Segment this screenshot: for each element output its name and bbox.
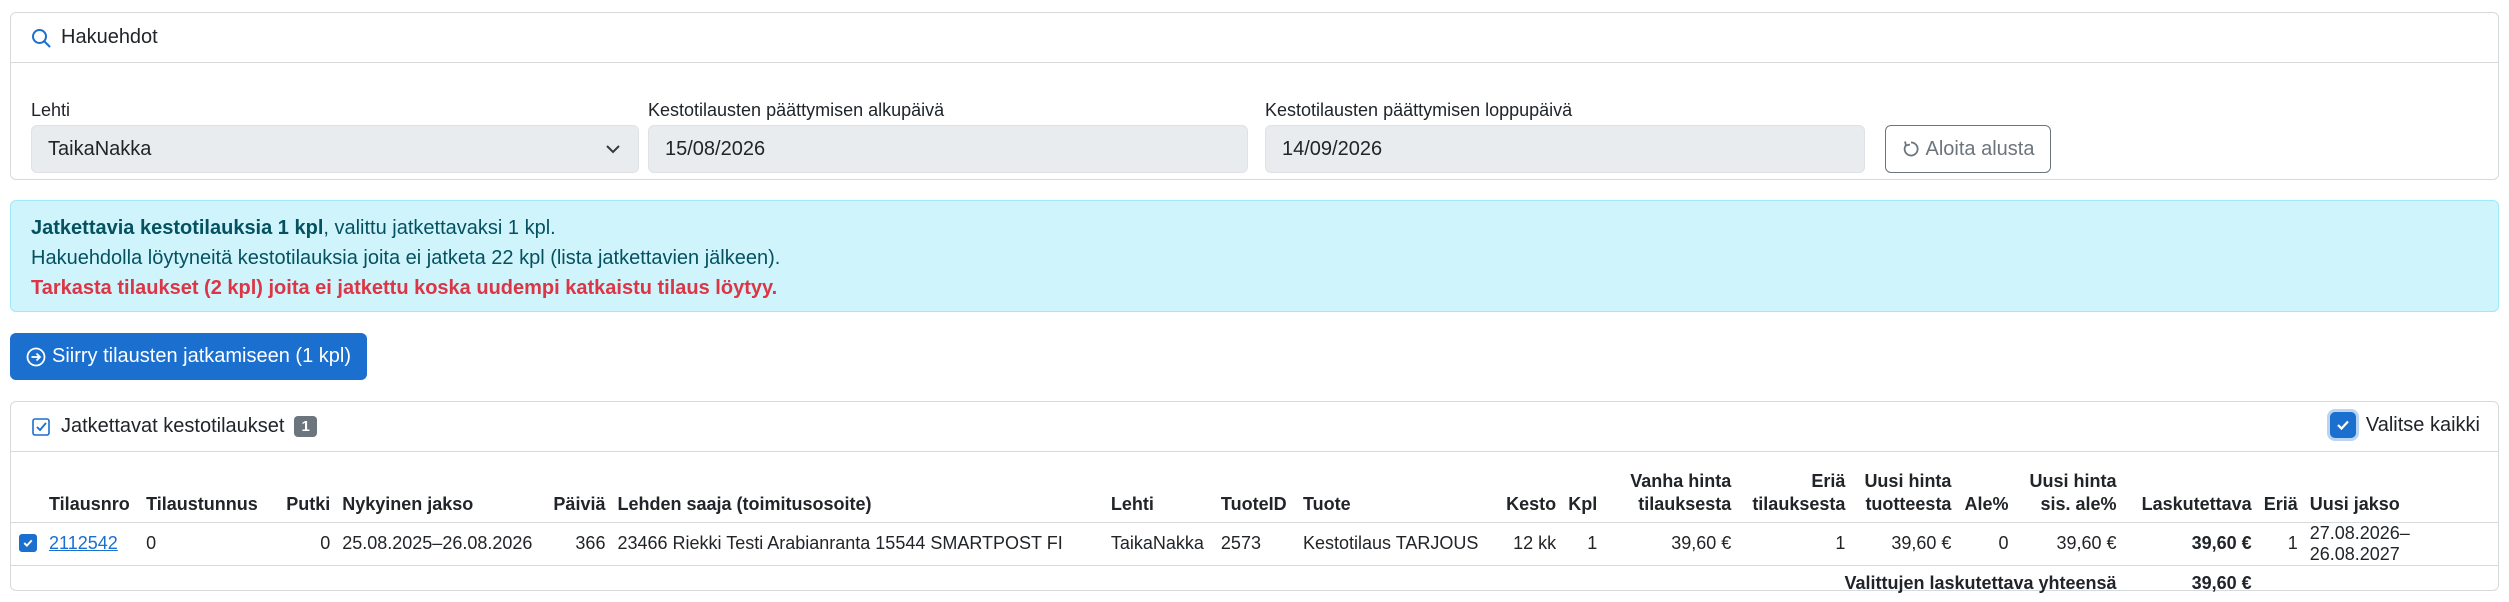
count-badge: 1 bbox=[294, 416, 317, 437]
continue-subscriptions-button[interactable]: Siirry tilausten jatkamiseen (1 kpl) bbox=[10, 333, 367, 380]
search-card-title: Hakuehdot bbox=[61, 26, 158, 48]
total-empty-1 bbox=[2257, 564, 2304, 602]
col-eria-2: tilauksesta bbox=[1752, 493, 1846, 514]
cell-uusi-hinta-ale: 39,60 € bbox=[2014, 521, 2123, 565]
reset-icon bbox=[1903, 141, 1919, 157]
row-checkbox[interactable] bbox=[19, 534, 37, 552]
select-all-control[interactable]: Valitse kaikki bbox=[2329, 412, 2480, 438]
col-paivia[interactable]: Päiviä bbox=[547, 456, 611, 522]
start-date-label: Kestotilausten päättymisen alkupäivä bbox=[648, 100, 945, 120]
cell-paivia: 366 bbox=[547, 521, 612, 565]
cell-tilausnro[interactable]: 2112542 bbox=[43, 521, 141, 565]
col-putki[interactable]: Putki bbox=[280, 456, 336, 522]
check-icon bbox=[2337, 420, 2349, 431]
lehti-select[interactable]: TaikaNakka bbox=[31, 125, 639, 173]
col-uusi-hinta[interactable]: Uusi hinta tuotteesta bbox=[1851, 456, 1957, 522]
search-card: Hakuehdot Lehti TaikaNakka Kestotilauste… bbox=[10, 12, 2499, 180]
alert-line-1-bold: Jatkettavia kestotilauksia 1 kpl bbox=[31, 217, 324, 239]
total-label: Valittujen laskutettava yhteensä bbox=[11, 564, 2123, 602]
cell-eria: 1 bbox=[1737, 521, 1852, 565]
col-lehti[interactable]: Lehti bbox=[1105, 456, 1215, 522]
start-date-input[interactable]: 15/08/2026 bbox=[648, 125, 1248, 173]
arrow-circle-right-icon bbox=[26, 347, 46, 366]
cell-uusi-jakso: 27.08.2026–26.08.2027 bbox=[2303, 521, 2498, 565]
col-uusi-hinta-2: tuotteesta bbox=[1865, 493, 1952, 514]
col-vanha-hinta[interactable]: Vanha hinta tilauksesta bbox=[1603, 456, 1737, 522]
subscriptions-card-title: Jatkettavat kestotilaukset bbox=[61, 415, 285, 437]
cell-tuoteid: 2573 bbox=[1214, 521, 1297, 565]
continue-button-label: Siirry tilausten jatkamiseen (1 kpl) bbox=[52, 345, 351, 367]
chevron-down-icon bbox=[606, 145, 620, 154]
col-kesto[interactable]: Kesto bbox=[1497, 456, 1562, 522]
col-eria-1: Eriä bbox=[1811, 470, 1846, 491]
alert-line-3-warning: Tarkasta tilaukset (2 kpl) joita ei jatk… bbox=[31, 277, 778, 299]
cell-saaja: 23466 Riekki Testi Arabianranta 15544 SM… bbox=[611, 521, 1105, 565]
col-eria-new[interactable]: Eriä bbox=[2258, 456, 2304, 522]
lehti-label: Lehti bbox=[31, 100, 71, 120]
col-vanha-hinta-1: Vanha hinta bbox=[1630, 470, 1732, 491]
col-uusi-hinta-ale[interactable]: Uusi hinta sis. ale% bbox=[2014, 456, 2122, 522]
col-ale[interactable]: Ale% bbox=[1957, 456, 2014, 522]
total-row: Valittujen laskutettava yhteensä 39,60 € bbox=[11, 564, 2498, 602]
cell-uusi-hinta: 39,60 € bbox=[1851, 521, 1958, 565]
row-select-cell bbox=[11, 521, 44, 565]
alert-line-1-rest: , valittu jatkettavaksi 1 kpl. bbox=[323, 217, 556, 239]
col-vanha-hinta-2: tilauksesta bbox=[1638, 493, 1732, 514]
cell-kesto: 12 kk bbox=[1497, 521, 1563, 565]
search-card-header: Hakuehdot bbox=[11, 13, 2498, 63]
cell-laskutettava: 39,60 € bbox=[2122, 521, 2258, 565]
cell-putki: 0 bbox=[280, 521, 337, 565]
reset-button[interactable]: Aloita alusta bbox=[1885, 125, 2051, 173]
subscriptions-card-header: Jatkettavat kestotilaukset 1 bbox=[11, 402, 2498, 452]
col-uusi-hinta-ale-1: Uusi hinta bbox=[2029, 470, 2117, 491]
checklist-icon bbox=[32, 417, 50, 436]
col-tilaustunnus[interactable]: Tilaustunnus bbox=[140, 456, 280, 522]
end-date-value: 14/09/2026 bbox=[1282, 137, 1383, 160]
check-icon bbox=[23, 539, 33, 548]
col-kpl[interactable]: Kpl bbox=[1562, 456, 1603, 522]
info-alert: Jatkettavia kestotilauksia 1 kpl, valitt… bbox=[10, 200, 2499, 312]
alert-line-2: Hakuehdolla löytyneitä kestotilauksia jo… bbox=[31, 247, 781, 269]
col-jakso[interactable]: Nykyinen jakso bbox=[336, 456, 547, 522]
table-header-row: Tilausnro Tilaustunnus Putki Nykyinen ja… bbox=[11, 456, 2498, 522]
tilausnro-link[interactable]: 2112542 bbox=[49, 533, 118, 553]
cell-vanha-hinta: 39,60 € bbox=[1603, 521, 1738, 565]
cell-kpl: 1 bbox=[1562, 521, 1604, 565]
col-eria[interactable]: Eriä tilauksesta bbox=[1737, 456, 1851, 522]
col-tilausnro[interactable]: Tilausnro bbox=[43, 456, 140, 522]
end-date-label: Kestotilausten päättymisen loppupäivä bbox=[1265, 100, 1573, 120]
col-tuote[interactable]: Tuote bbox=[1297, 456, 1497, 522]
cell-tilaustunnus: 0 bbox=[140, 521, 281, 565]
cell-jakso: 25.08.2025–26.08.2026 bbox=[336, 521, 548, 565]
col-uusi-hinta-ale-2: sis. ale% bbox=[2040, 493, 2117, 514]
col-select bbox=[11, 456, 43, 522]
cell-tuote: Kestotilaus TARJOUS bbox=[1296, 521, 1498, 565]
col-uusi-hinta-1: Uusi hinta bbox=[1864, 470, 1952, 491]
cell-lehti: TaikaNakka bbox=[1104, 521, 1215, 565]
cell-ale: 0 bbox=[1957, 521, 2015, 565]
select-all-label: Valitse kaikki bbox=[2365, 413, 2480, 436]
reset-button-label: Aloita alusta bbox=[1925, 137, 2035, 160]
cell-eria-new: 1 bbox=[2257, 521, 2304, 565]
start-date-value: 15/08/2026 bbox=[665, 137, 766, 160]
search-icon bbox=[32, 28, 51, 47]
subscriptions-card: Jatkettavat kestotilaukset 1 Valitse kai… bbox=[10, 401, 2499, 602]
select-all-checkbox[interactable] bbox=[2329, 412, 2356, 438]
alert-line-1: Jatkettavia kestotilauksia 1 kpl, valitt… bbox=[31, 213, 2478, 243]
total-value: 39,60 € bbox=[2122, 564, 2258, 602]
lehti-select-value: TaikaNakka bbox=[48, 137, 152, 160]
total-empty-2 bbox=[2303, 564, 2498, 602]
col-tuoteid[interactable]: TuoteID bbox=[1215, 456, 1297, 522]
subscriptions-table: Tilausnro Tilaustunnus Putki Nykyinen ja… bbox=[11, 456, 2498, 602]
table-row: 2112542 0 0 25.08.2025–26.08.2026 366 23… bbox=[11, 521, 2498, 565]
col-uusi-jakso[interactable]: Uusi jakso bbox=[2304, 456, 2498, 522]
end-date-input[interactable]: 14/09/2026 bbox=[1265, 125, 1865, 173]
col-laskutettava[interactable]: Laskutettava bbox=[2123, 456, 2258, 522]
col-saaja[interactable]: Lehden saaja (toimitusosoite) bbox=[611, 456, 1104, 522]
